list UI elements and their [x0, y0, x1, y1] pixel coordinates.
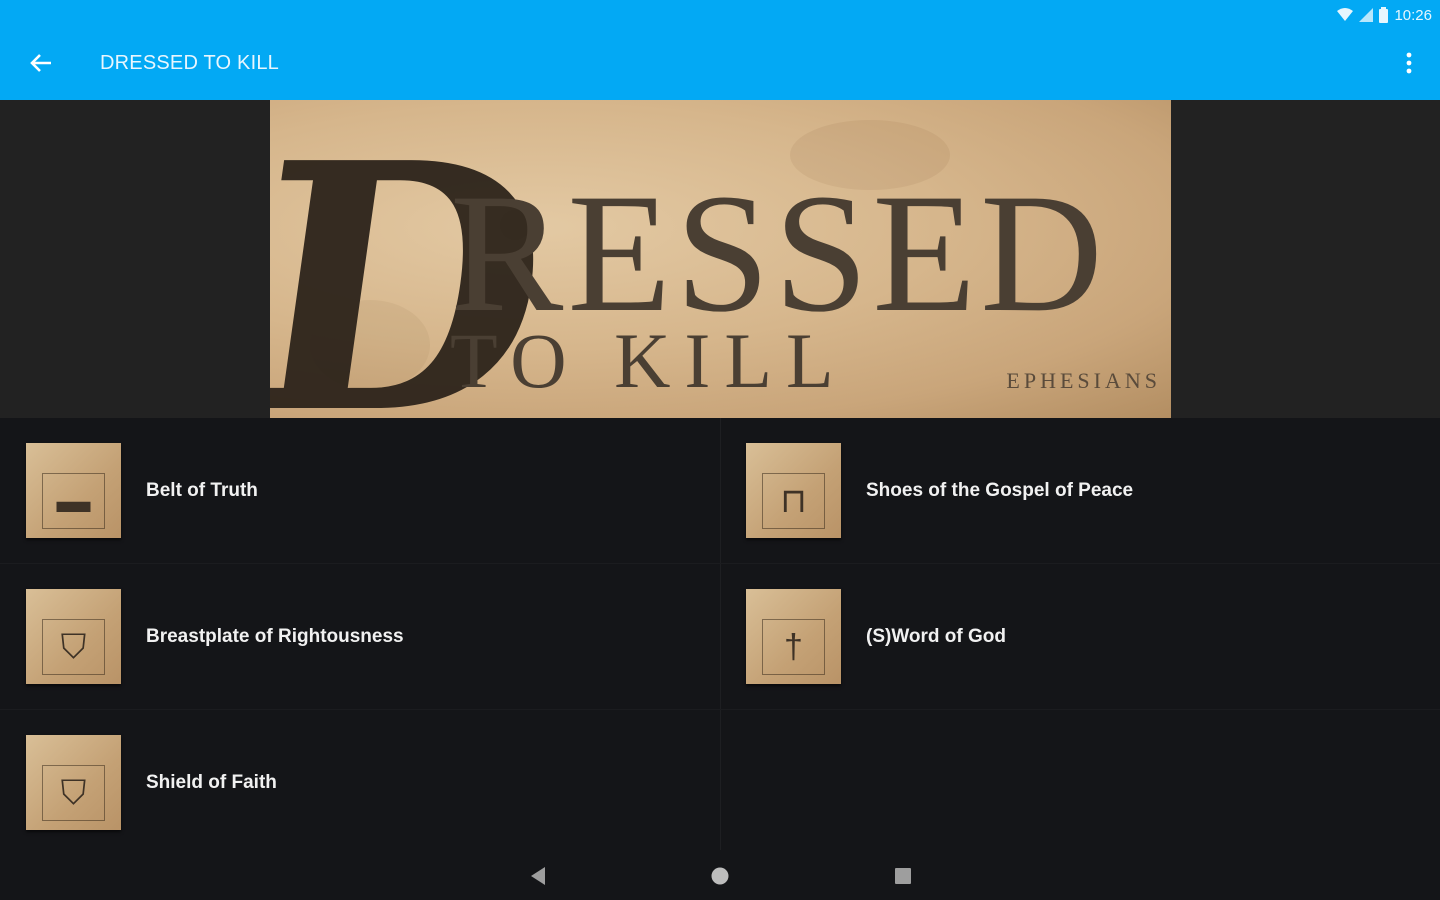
cross-icon: †	[746, 589, 841, 684]
system-nav-bar	[0, 850, 1440, 900]
more-vert-icon[interactable]	[1396, 48, 1422, 78]
list-item-sword-of-god[interactable]: † (S)Word of God	[720, 564, 1440, 710]
list-item-label: Shoes of the Gospel of Peace	[866, 480, 1134, 501]
shoes-icon: ⊓	[746, 443, 841, 538]
hero-banner-image: D RESSED TO KILL EPHESIANS	[270, 100, 1171, 418]
recents-nav-icon[interactable]	[891, 864, 915, 888]
hero-book: EPHESIANS	[1006, 368, 1161, 393]
back-nav-icon[interactable]	[526, 864, 550, 888]
list-item-belt-of-truth[interactable]: ▬ Belt of Truth	[0, 418, 720, 564]
page-title: DRESSED TO KILL	[100, 52, 279, 74]
hero-title: RESSED	[450, 159, 1107, 347]
list-item-shield-of-faith[interactable]: ⛉ Shield of Faith	[0, 710, 720, 856]
status-time: 10:26	[1394, 6, 1432, 24]
list-item-label: (S)Word of God	[866, 626, 1007, 647]
back-arrow-icon[interactable]	[26, 48, 56, 78]
list-item-label: Belt of Truth	[146, 480, 258, 501]
belt-icon: ▬	[26, 443, 121, 538]
hero-section: D RESSED TO KILL EPHESIANS	[0, 100, 1440, 418]
status-bar: 10:26	[1337, 4, 1432, 26]
shield-icon: ⛉	[26, 735, 121, 830]
armor-list: ▬ Belt of Truth ⊓ Shoes of the Gospel of…	[0, 418, 1440, 850]
wifi-icon	[1337, 8, 1354, 22]
list-item-label: Shield of Faith	[146, 772, 277, 793]
list-item-label: Breastplate of Rightousness	[146, 626, 404, 647]
hero-subtitle: TO KILL	[450, 317, 848, 404]
app-bar: 10:26 DRESSED TO KILL	[0, 0, 1440, 100]
list-item-shoes-of-the-gospel[interactable]: ⊓ Shoes of the Gospel of Peace	[720, 418, 1440, 564]
list-item-breastplate[interactable]: ⛉ Breastplate of Rightousness	[0, 564, 720, 710]
home-nav-icon[interactable]	[708, 864, 732, 888]
signal-icon	[1359, 8, 1374, 22]
battery-icon	[1379, 7, 1389, 23]
shield-icon: ⛉	[26, 589, 121, 684]
